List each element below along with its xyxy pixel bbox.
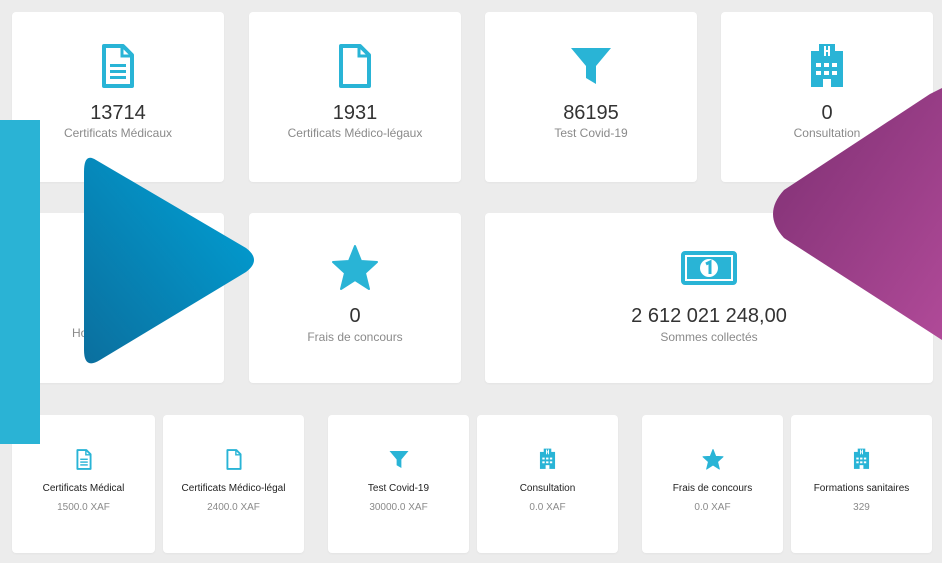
- stat-card-frais-de-concours[interactable]: 0 Frais de concours: [249, 213, 461, 383]
- price-value: 0.0 XAF: [694, 502, 731, 513]
- price-card-frais-de-concours[interactable]: Frais de concours 0.0 XAF: [642, 415, 783, 553]
- stat-label: Test Covid-19: [554, 126, 628, 140]
- star-icon: [331, 241, 379, 295]
- star-icon: [702, 445, 724, 473]
- price-card-certificats-medical[interactable]: Certificats Médical 1500.0 XAF: [12, 415, 155, 553]
- price-label: Consultation: [519, 483, 576, 494]
- price-card-consultation[interactable]: Consultation 0.0 XAF: [477, 415, 618, 553]
- price-label: Certificats Médico-légal: [181, 483, 286, 494]
- filter-icon: [389, 445, 409, 473]
- price-card-certificats-medico-legal[interactable]: Certificats Médico-légal 2400.0 XAF: [163, 415, 304, 553]
- price-label: Formations sanitaires: [813, 483, 910, 494]
- stat-value: 0: [349, 305, 361, 327]
- document-text-icon: [101, 38, 135, 94]
- stat-card-sommes-collectes[interactable]: 2 612 021 248,00 Sommes collectés: [485, 213, 933, 383]
- price-value: 30000.0 XAF: [369, 502, 428, 513]
- count-card-formations-sanitaires[interactable]: Formations sanitaires 329: [791, 415, 932, 553]
- stat-card-certificats-medico-legaux[interactable]: 1931 Certificats Médico-légaux: [249, 12, 461, 182]
- stat-value: 1931: [332, 102, 378, 124]
- stat-label: Ho: [72, 326, 88, 340]
- hospital-icon: [853, 445, 870, 473]
- stat-label: Sommes collectés: [660, 330, 758, 344]
- stat-card-test-covid[interactable]: 86195 Test Covid-19: [485, 12, 697, 182]
- price-value: 0.0 XAF: [529, 502, 566, 513]
- money-bill-icon: [681, 241, 737, 295]
- filter-icon: [570, 38, 612, 94]
- stat-label: Certificats Médico-légaux: [287, 126, 423, 140]
- stat-value: 2 612 021 248,00: [631, 305, 787, 327]
- price-value: 2400.0 XAF: [207, 502, 260, 513]
- hospital-icon: [809, 38, 845, 94]
- stat-card-certificats-medicaux[interactable]: 13714 Certificats Médicaux: [12, 12, 224, 182]
- stat-value: 0: [821, 102, 833, 124]
- price-label: Test Covid-19: [367, 483, 430, 494]
- price-value: 329: [853, 502, 870, 513]
- stat-label: Frais de concours: [307, 330, 403, 344]
- price-label: Certificats Médical: [42, 483, 125, 494]
- document-icon: [225, 445, 242, 473]
- stat-label: Consultation: [793, 126, 861, 140]
- document-text-icon: [75, 445, 92, 473]
- price-card-test-covid[interactable]: Test Covid-19 30000.0 XAF: [328, 415, 469, 553]
- stat-card-partial[interactable]: Ho: [12, 213, 224, 383]
- hospital-icon: [539, 445, 556, 473]
- stat-card-consultation[interactable]: 0 Consultation: [721, 12, 933, 182]
- stat-value: 86195: [563, 102, 619, 124]
- stat-label: Certificats Médicaux: [63, 126, 173, 140]
- price-label: Frais de concours: [672, 483, 753, 494]
- document-icon: [338, 38, 372, 94]
- price-value: 1500.0 XAF: [57, 502, 110, 513]
- stat-value: 13714: [90, 102, 146, 124]
